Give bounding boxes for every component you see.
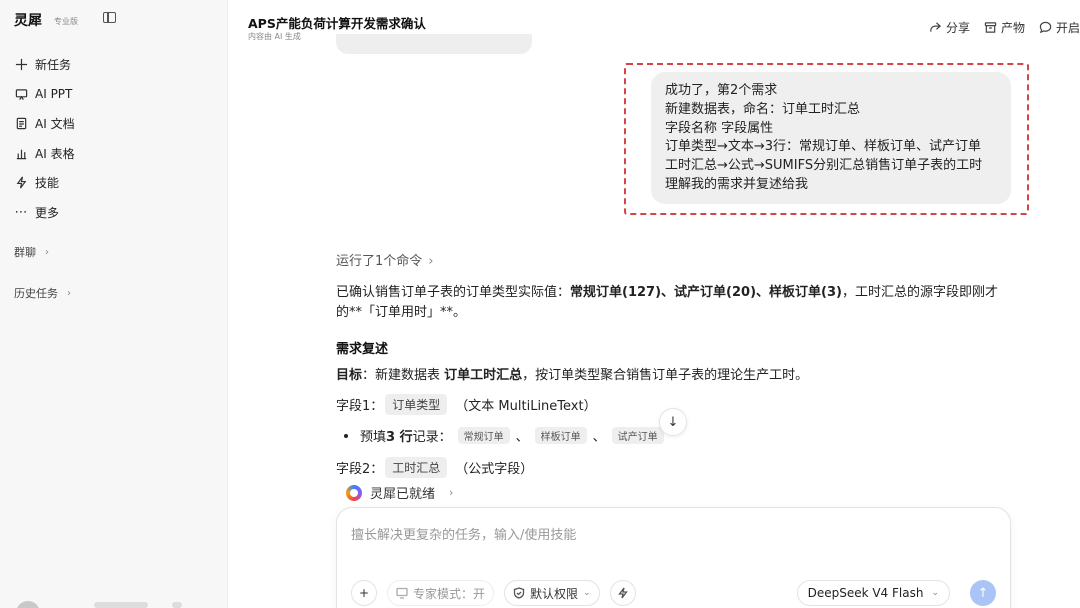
scroll-down-button[interactable]: ↓ xyxy=(659,408,687,436)
lightning-icon xyxy=(14,176,28,190)
sidebar-item-new-task[interactable]: 新任务 xyxy=(14,50,75,80)
footer-placeholder xyxy=(172,602,182,608)
sidebar-toggle-icon[interactable] xyxy=(103,12,116,23)
recap-heading: 需求复述 xyxy=(336,342,389,357)
shield-icon xyxy=(513,587,525,599)
sidebar-item-ai-sheet[interactable]: AI 表格 xyxy=(14,139,75,169)
lightning-icon xyxy=(617,587,628,599)
chevron-right-icon: › xyxy=(449,486,454,499)
order-type-values: 常规订单(127)、试产订单(20)、样板订单(3) xyxy=(570,285,842,300)
goal-line: 目标：新建数据表 订单工时汇总，按订单类型聚合销售订单子表的理论生产工时。 xyxy=(336,368,809,383)
agent-status[interactable]: 灵犀已就绪 › xyxy=(346,483,453,502)
brand: 灵犀 专业版 xyxy=(14,10,78,30)
field-name-chip: 订单类型 xyxy=(385,394,448,415)
skills-button[interactable] xyxy=(609,580,636,606)
bar-chart-icon xyxy=(14,146,28,160)
sidebar: 灵犀 专业版 新任务 AI PPT AI 文档 AI 表格 技能 ⋯ 更多 群聊… xyxy=(0,0,228,608)
share-icon xyxy=(930,22,942,32)
sidebar-item-label: 新任务 xyxy=(35,58,72,73)
bullet xyxy=(344,433,348,438)
chevron-right-icon: › xyxy=(67,287,71,299)
sidebar-item-label: AI 文档 xyxy=(35,117,75,132)
open-button[interactable]: 开启 xyxy=(1039,19,1080,36)
plan-badge: 专业版 xyxy=(54,16,78,26)
ai-generated-note: 内容由 AI 生成 xyxy=(248,32,301,41)
chevron-down-icon: ⌄ xyxy=(583,588,591,598)
composer: 擅长解决更复杂的任务，输入/使用技能 + 专家模式：开 默认权限 ⌄ DeepS… xyxy=(336,507,1011,608)
field-name-chip: 工时汇总 xyxy=(385,457,448,478)
presentation-icon xyxy=(14,87,28,101)
document-icon xyxy=(14,117,28,131)
user-message-line: 新建数据表，命名：订单工时汇总 xyxy=(665,101,861,117)
monitor-icon xyxy=(396,587,408,599)
message-input[interactable]: 擅长解决更复杂的任务，输入/使用技能 xyxy=(351,524,576,543)
more-icon: ⋯ xyxy=(14,204,28,220)
sidebar-item-skills[interactable]: 技能 xyxy=(14,168,75,198)
group-chat-label: 群聊 xyxy=(14,246,36,259)
history-section[interactable]: 历史任务 › xyxy=(14,285,71,301)
attach-button[interactable]: + xyxy=(351,580,377,606)
chevron-right-icon: › xyxy=(45,246,49,258)
permission-select[interactable]: 默认权限 ⌄ xyxy=(504,580,600,606)
chevron-down-icon: ⌄ xyxy=(931,588,939,598)
archive-icon xyxy=(984,22,997,33)
lingxi-logo-icon xyxy=(346,484,362,501)
field2-row: 字段2： 工时汇总 （公式字段） xyxy=(336,457,533,478)
footer-placeholder xyxy=(94,602,148,608)
arrow-up-icon: ↑ xyxy=(977,585,989,601)
sidebar-item-label: 更多 xyxy=(35,205,60,220)
chat-icon xyxy=(1039,21,1052,34)
share-button[interactable]: 分享 xyxy=(929,19,970,36)
user-message-line: 订单类型→文本→3行：常规订单、样板订单、试产订单 xyxy=(665,139,982,155)
composer-toolbar: + 专家模式：开 默认权限 ⌄ DeepSeek V4 Flash ⌄ ↑ xyxy=(351,580,996,606)
expert-mode-toggle[interactable]: 专家模式：开 xyxy=(387,580,495,606)
group-chat-section[interactable]: 群聊 › xyxy=(14,244,49,260)
user-message-bubble: 成功了，第2个需求 新建数据表，命名：订单工时汇总 字段名称 字段属性 订单类型… xyxy=(651,72,1011,204)
field1-row: 字段1： 订单类型 （文本 MultiLineText） xyxy=(336,394,597,415)
value-chip: 样板订单 xyxy=(534,427,587,444)
brand-name: 灵犀 xyxy=(14,13,42,29)
sidebar-item-ai-doc[interactable]: AI 文档 xyxy=(14,109,75,139)
value-chip: 试产订单 xyxy=(611,427,664,444)
user-message-line: 成功了，第2个需求 xyxy=(665,83,778,98)
plus-icon: + xyxy=(358,586,370,600)
prefill-row: 预填 3 行记录： 常规订单、 样板订单、 试产订单 xyxy=(344,426,670,445)
history-label: 历史任务 xyxy=(14,287,58,300)
assistant-paragraph: 已确认销售订单子表的订单类型实际值：常规订单(127)、试产订单(20)、样板订… xyxy=(336,285,998,320)
user-message-line: 理解我的需求并复述给我 xyxy=(665,176,809,192)
page-title: APS产能负荷计算开发需求确认 xyxy=(248,16,426,31)
output-button[interactable]: 产物 xyxy=(984,19,1025,36)
sidebar-item-ai-ppt[interactable]: AI PPT xyxy=(14,80,75,110)
user-message-line: 工时汇总→公式→SUMIFS分别汇总销售订单子表的工时 xyxy=(665,158,983,174)
run-command-toggle[interactable]: 运行了1个命令 › xyxy=(336,250,433,269)
value-chip: 常规订单 xyxy=(457,427,510,444)
user-message-line: 字段名称 字段属性 xyxy=(665,120,774,136)
arrow-down-icon: ↓ xyxy=(667,414,679,430)
sidebar-item-label: AI PPT xyxy=(35,87,73,102)
model-select[interactable]: DeepSeek V4 Flash ⌄ xyxy=(796,580,950,606)
chevron-right-icon: › xyxy=(428,254,434,269)
send-button[interactable]: ↑ xyxy=(970,580,996,606)
sidebar-item-more[interactable]: ⋯ 更多 xyxy=(14,198,75,228)
header-actions: 分享 产物 开启 xyxy=(929,19,1080,36)
sidebar-item-label: 技能 xyxy=(35,176,60,191)
avatar[interactable] xyxy=(16,601,40,608)
previous-message-bubble xyxy=(336,34,532,54)
sidebar-item-label: AI 表格 xyxy=(35,146,75,161)
sidebar-nav: 新任务 AI PPT AI 文档 AI 表格 技能 ⋯ 更多 xyxy=(14,50,75,227)
plus-icon xyxy=(14,58,28,72)
